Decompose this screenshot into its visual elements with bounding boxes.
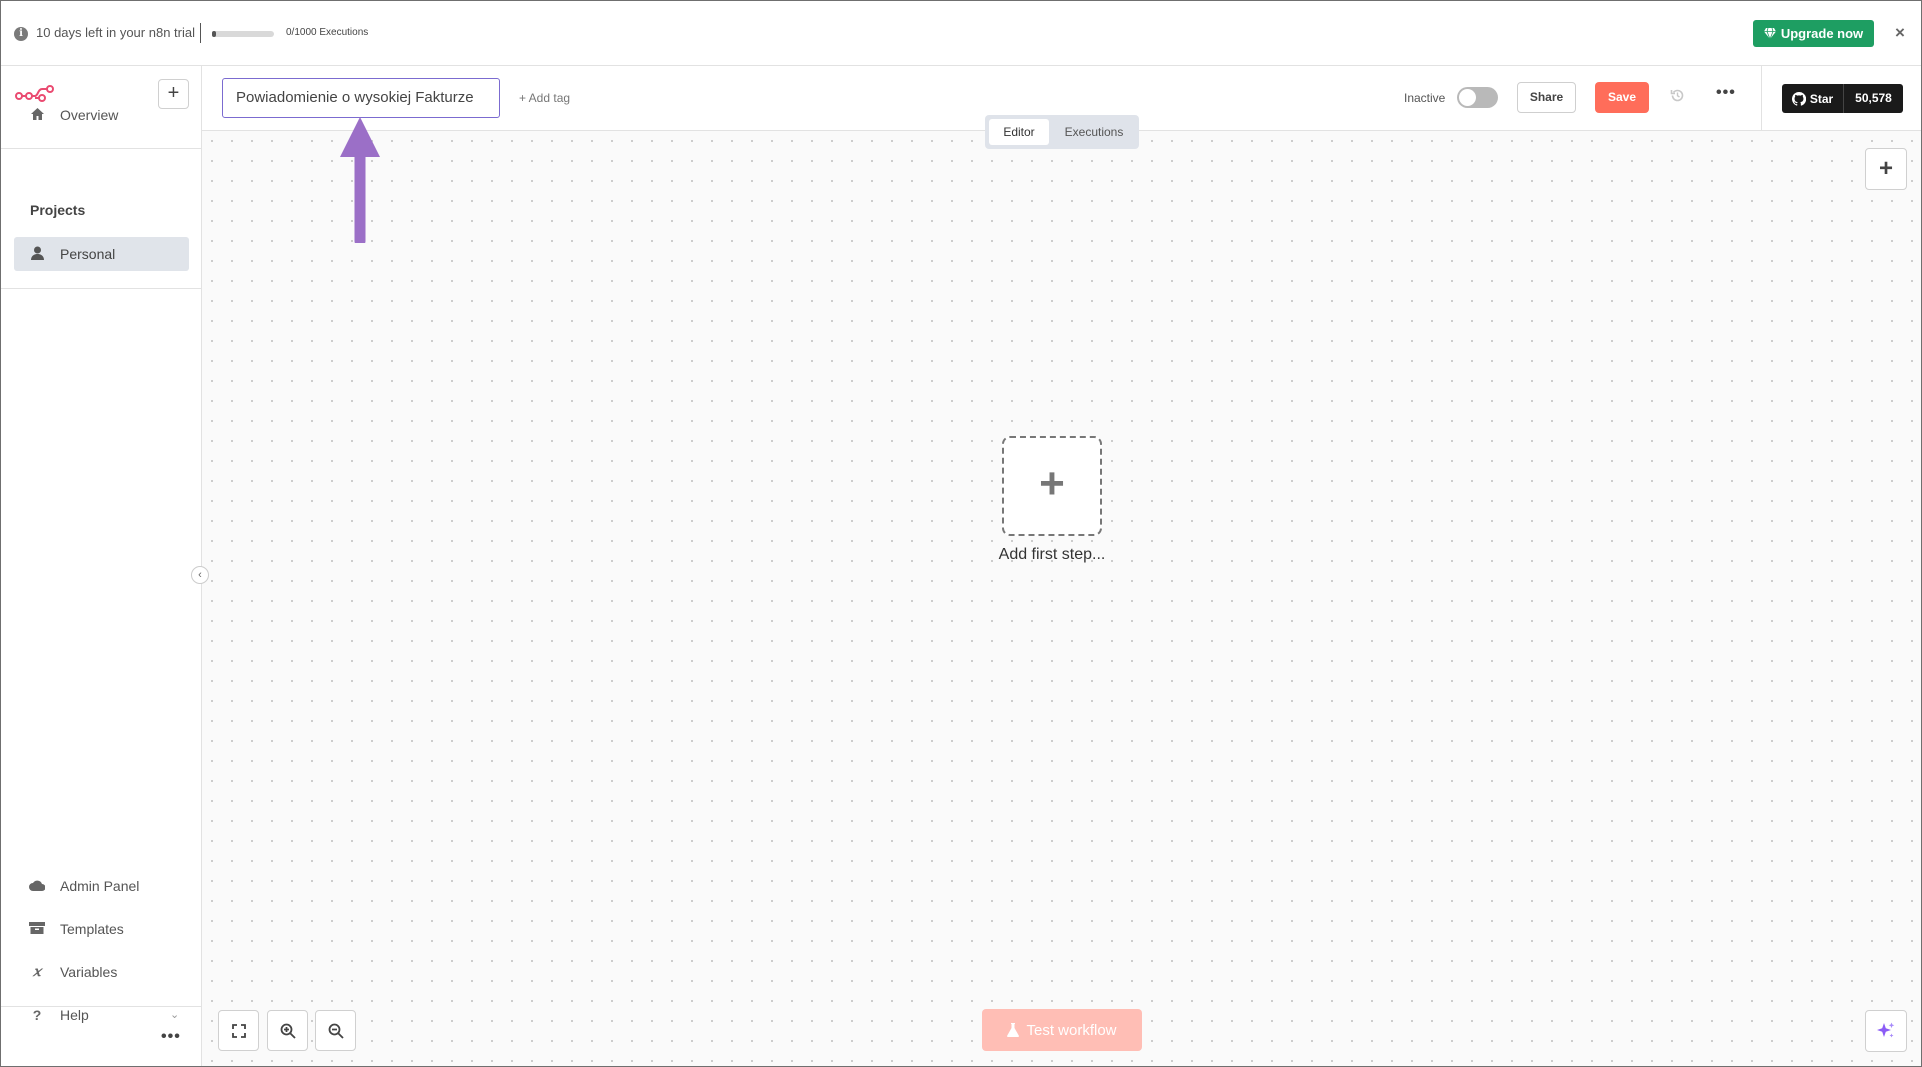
close-banner-icon[interactable]: ×: [1895, 23, 1905, 43]
sidebar: + Overview Projects Personal Admin Panel: [1, 66, 202, 1066]
github-star-count: 50,578: [1855, 91, 1892, 105]
executions-progress-bar: [212, 31, 274, 37]
flask-icon: [1007, 1023, 1020, 1037]
home-icon: [26, 107, 48, 124]
sidebar-more-icon[interactable]: •••: [161, 1028, 181, 1046]
sidebar-item-templates[interactable]: Templates: [14, 912, 189, 946]
cloud-icon: [26, 878, 48, 894]
sidebar-item-admin-panel[interactable]: Admin Panel: [14, 869, 189, 903]
workflow-canvas[interactable]: + + Add first step... Test workflow: [202, 117, 1921, 1066]
collapse-sidebar-button[interactable]: ‹: [191, 566, 209, 584]
view-switcher: Editor Executions: [985, 115, 1139, 149]
sidebar-item-label: Templates: [60, 921, 124, 937]
upgrade-label: Upgrade now: [1780, 26, 1864, 41]
zoom-out-icon: [328, 1023, 344, 1039]
add-node-button[interactable]: +: [1865, 148, 1907, 190]
chevron-down-icon: ⌄: [170, 1009, 180, 1021]
banner-divider: [200, 23, 201, 43]
sidebar-item-label: Personal: [60, 246, 116, 262]
trial-text: 10 days left in your n8n trial: [36, 25, 195, 40]
header-divider: [1761, 66, 1762, 131]
upgrade-button[interactable]: Upgrade now: [1753, 20, 1874, 47]
diamond-icon: [1763, 28, 1776, 39]
test-workflow-label: Test workflow: [1026, 1021, 1117, 1039]
fit-view-icon: [231, 1023, 246, 1038]
sidebar-item-label: Admin Panel: [60, 878, 140, 894]
add-tag-link[interactable]: + Add tag: [519, 91, 570, 105]
add-first-step-button[interactable]: +: [1002, 436, 1102, 536]
sidebar-item-personal[interactable]: Personal: [14, 237, 189, 271]
github-icon: [1791, 91, 1806, 106]
box-icon: [26, 921, 48, 937]
active-toggle[interactable]: [1457, 87, 1498, 108]
zoom-in-button[interactable]: [267, 1010, 308, 1051]
github-star-label: Star: [1809, 91, 1834, 106]
zoom-out-button[interactable]: [315, 1010, 356, 1051]
history-icon[interactable]: [1670, 88, 1685, 108]
fit-view-button[interactable]: [218, 1010, 259, 1051]
executions-progress-fill: [212, 31, 216, 37]
zoom-in-icon: [280, 1023, 296, 1039]
workflow-name-input[interactable]: Powiadomienie o wysokiej Fakturze: [222, 78, 500, 118]
github-star: Star: [1782, 84, 1844, 113]
sidebar-item-label: Variables: [60, 964, 118, 980]
tab-executions[interactable]: Executions: [1053, 119, 1135, 145]
add-first-step-label: Add first step...: [998, 546, 1106, 563]
annotation-arrow-icon: [340, 117, 380, 243]
sidebar-item-variables[interactable]: 𝑥 Variables: [14, 955, 189, 989]
projects-heading: Projects: [30, 202, 86, 218]
test-workflow-button[interactable]: Test workflow: [982, 1009, 1142, 1051]
sidebar-divider: [1, 1006, 201, 1007]
variable-icon: 𝑥: [33, 964, 41, 980]
user-icon: [26, 246, 48, 263]
more-options-icon[interactable]: •••: [1716, 84, 1736, 102]
github-star-button[interactable]: Star 50,578: [1782, 84, 1903, 113]
info-icon: i: [14, 27, 28, 41]
sidebar-divider: [1, 288, 201, 289]
trial-banner: i 10 days left in your n8n trial 0/1000 …: [1, 1, 1921, 66]
sparkle-icon: [1877, 1022, 1895, 1038]
ai-assistant-button[interactable]: [1865, 1010, 1907, 1052]
app-window: i 10 days left in your n8n trial 0/1000 …: [0, 0, 1922, 1067]
sidebar-item-overview[interactable]: Overview: [14, 98, 189, 132]
plus-icon: +: [1039, 459, 1065, 508]
active-status-label: Inactive: [1404, 91, 1446, 105]
sidebar-item-label: Help: [60, 1007, 89, 1023]
sidebar-item-label: Overview: [60, 107, 119, 123]
sidebar-divider: [1, 148, 201, 149]
question-icon: ?: [32, 1007, 42, 1023]
sidebar-item-help[interactable]: ? Help ⌄: [14, 998, 189, 1032]
share-button[interactable]: Share: [1517, 82, 1576, 113]
save-button[interactable]: Save: [1595, 82, 1649, 113]
executions-count: 0/1000 Executions: [286, 27, 369, 38]
tab-editor[interactable]: Editor: [989, 119, 1049, 145]
toggle-knob: [1459, 89, 1476, 106]
